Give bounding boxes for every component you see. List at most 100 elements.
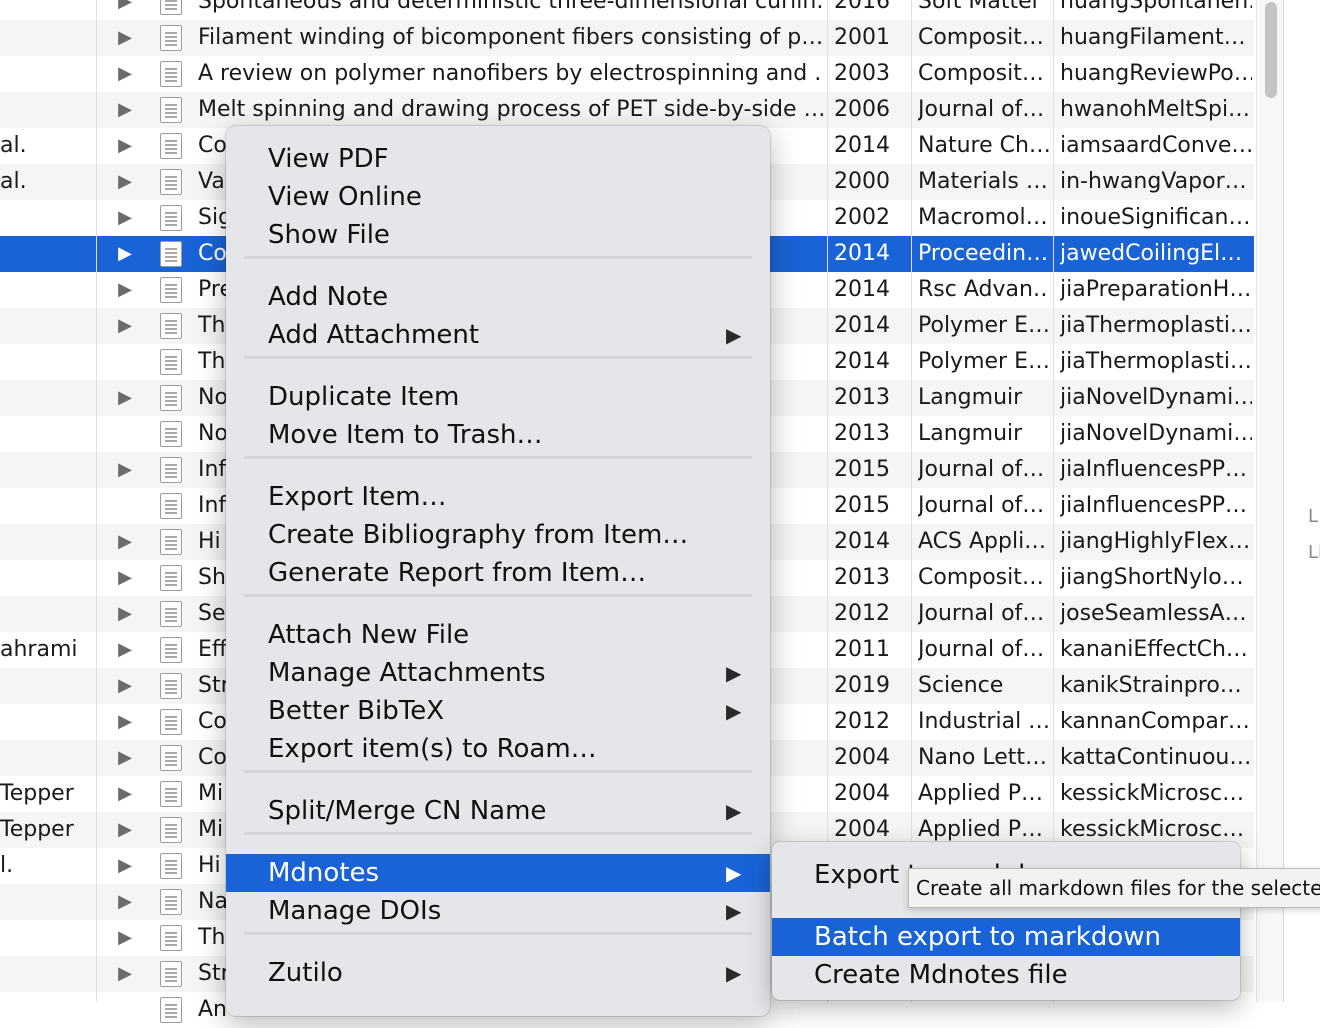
disclosure-triangle-icon[interactable]: ▶ [110,668,140,704]
creator-cell [0,0,94,20]
document-icon [160,529,182,555]
menu-item-attach-new-file[interactable]: Attach New File [226,616,770,654]
mdnotes-submenu: Export to markdownBatch export to markdo… [772,842,1240,1000]
document-icon-cell [158,524,186,560]
document-icon [160,817,182,843]
document-icon-cell [158,200,186,236]
disclosure-triangle-icon[interactable]: ▶ [110,452,140,488]
publication-cell: Nano Lett… [918,745,1047,770]
submenu-arrow-icon: ▶ [726,899,742,923]
creator-cell [0,740,94,776]
creator-cell: l. [0,853,14,878]
document-icon [160,673,182,699]
citation-key-cell: kannanCompar… [1060,709,1250,734]
disclosure-triangle-icon[interactable]: ▶ [110,236,140,272]
disclosure-triangle-icon[interactable]: ▶ [110,0,140,20]
citation-key-cell: jiaNovelDynami… [1060,385,1252,410]
disclosure-triangle-icon[interactable]: ▶ [110,92,140,128]
submenu-arrow-icon: ▶ [726,961,742,985]
disclosure-triangle-icon[interactable]: ▶ [110,812,140,848]
disclosure-triangle-icon[interactable]: ▶ [110,596,140,632]
citation-key-cell: huangReviewPo… [1060,61,1252,86]
table-row[interactable]: ▶ Spontaneous and deterministic three-dim… [0,0,1254,20]
document-icon [160,349,182,375]
document-icon [160,889,182,915]
document-icon-cell [158,704,186,740]
tooltip-text: Create all markdown files for the select… [916,876,1320,900]
disclosure-triangle-icon[interactable]: ▶ [110,164,140,200]
disclosure-triangle-icon[interactable]: ▶ [110,704,140,740]
publication-cell: Materials … [918,169,1048,194]
disclosure-triangle-icon[interactable]: ▶ [110,200,140,236]
disclosure-triangle-icon[interactable]: ▶ [110,56,140,92]
menu-item-add-note[interactable]: Add Note [226,278,770,316]
creator-cell: ahrami [0,637,78,662]
creator-cell [0,704,94,740]
menu-item-label: Show File [268,220,390,250]
menu-item-better-bibtex[interactable]: Better BibTeX ▶ [226,692,770,730]
publication-cell: Nature Ch… [918,133,1050,158]
menu-item-manage-dois[interactable]: Manage DOIs ▶ [226,892,770,930]
menu-item-export-item[interactable]: Export Item… [226,478,770,516]
menu-item-split-merge-cn-name[interactable]: Split/Merge CN Name ▶ [226,792,770,830]
menu-item-create-bibliography-from-item[interactable]: Create Bibliography from Item… [226,516,770,554]
menu-item-view-online[interactable]: View Online [226,178,770,216]
document-icon-cell [158,956,186,992]
menu-item-export-item-s-to-roam[interactable]: Export item(s) to Roam… [226,730,770,768]
submenu-item-batch-export-to-markdown[interactable]: Batch export to markdown [772,918,1240,956]
disclosure-triangle-icon[interactable]: ▶ [110,20,140,56]
disclosure-triangle-icon[interactable]: ▶ [110,848,140,884]
disclosure-triangle-icon[interactable]: ▶ [110,956,140,992]
creator-cell: al. [0,133,27,158]
publication-cell: Journal of… [918,97,1045,122]
menu-item-move-item-to-trash[interactable]: Move Item to Trash… [226,416,770,454]
disclosure-triangle-icon[interactable] [110,992,140,1028]
disclosure-triangle-icon[interactable]: ▶ [110,884,140,920]
menu-item-view-pdf[interactable]: View PDF [226,140,770,178]
disclosure-triangle-icon[interactable]: ▶ [110,740,140,776]
menu-item-add-attachment[interactable]: Add Attachment ▶ [226,316,770,354]
publication-cell: Langmuir [918,385,1023,410]
document-icon-cell [158,164,186,200]
disclosure-triangle-icon[interactable] [110,344,140,380]
disclosure-triangle-icon[interactable]: ▶ [110,560,140,596]
creator-cell [0,920,94,956]
disclosure-triangle-icon[interactable] [110,416,140,452]
scrollbar-thumb[interactable] [1265,2,1277,98]
menu-item-manage-attachments[interactable]: Manage Attachments ▶ [226,654,770,692]
menu-item-zutilo[interactable]: Zutilo ▶ [226,954,770,992]
menu-item-label: Move Item to Trash… [268,420,543,450]
table-row[interactable]: ▶ Filament winding of bicomponent fibers … [0,20,1254,56]
menu-item-mdnotes[interactable]: Mdnotes ▶ [226,854,770,892]
publication-cell: Soft Matter [918,0,1041,14]
publication-cell: Journal of… [918,493,1045,518]
disclosure-triangle-icon[interactable]: ▶ [110,776,140,812]
menu-item-label: Generate Report from Item… [268,558,647,588]
creator-cell [0,416,94,452]
disclosure-triangle-icon[interactable]: ▶ [110,308,140,344]
disclosure-triangle-icon[interactable]: ▶ [110,128,140,164]
disclosure-triangle-icon[interactable]: ▶ [110,524,140,560]
document-icon-cell [158,272,186,308]
disclosure-triangle-icon[interactable]: ▶ [110,272,140,308]
year-cell: 2004 [834,745,890,770]
submenu-item-create-mdnotes-file[interactable]: Create Mdnotes file [772,956,1240,994]
table-row[interactable]: ▶ Melt spinning and drawing process of PE… [0,92,1254,128]
menu-item-label: Split/Merge CN Name [268,796,547,826]
menu-separator [244,356,752,359]
document-icon-cell [158,848,186,884]
publication-cell: Polymer E… [918,349,1050,374]
menu-item-duplicate-item[interactable]: Duplicate Item [226,378,770,416]
disclosure-triangle-icon[interactable]: ▶ [110,920,140,956]
creator-cell [0,560,94,596]
table-row[interactable]: ▶ A review on polymer nanofibers by elect… [0,56,1254,92]
table-scrollbar[interactable] [1256,0,1283,1002]
disclosure-triangle-icon[interactable]: ▶ [110,632,140,668]
disclosure-triangle-icon[interactable]: ▶ [110,380,140,416]
menu-item-show-file[interactable]: Show File [226,216,770,254]
document-icon-cell [158,776,186,812]
citation-key-cell: jiangShortNylo… [1060,565,1244,590]
disclosure-triangle-icon[interactable] [110,488,140,524]
title-cell: Melt spinning and drawing process of PET… [198,97,823,122]
menu-item-generate-report-from-item[interactable]: Generate Report from Item… [226,554,770,592]
